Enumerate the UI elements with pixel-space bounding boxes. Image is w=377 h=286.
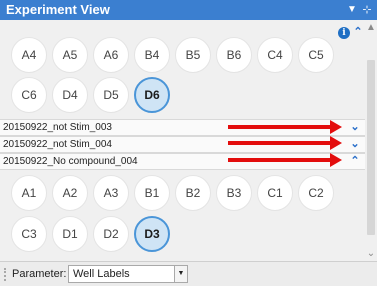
well[interactable]: C4 [257,37,293,73]
dropdown-arrow-icon[interactable]: ▼ [174,266,187,282]
title-bar: Experiment View [0,0,377,20]
parameter-label: Parameter: [12,268,67,280]
group-name: 20150922_No compound_004 [3,156,138,167]
well[interactable]: B4 [134,37,170,73]
well[interactable]: C6 [11,77,47,113]
well[interactable]: C5 [298,37,334,73]
parameter-value: Well Labels [73,268,130,280]
chevron-up-icon[interactable]: ⌃ [352,25,364,39]
well[interactable]: D5 [93,77,129,113]
group-name: 20150922_not Stim_003 [3,122,112,133]
well[interactable]: C1 [257,175,293,211]
window-title: Experiment View [6,2,110,17]
scroll-down-icon[interactable]: ⌄ [365,248,377,260]
parameter-select[interactable]: Well Labels ▼ [68,265,188,283]
parameter-toolbar: Parameter: Well Labels ▼ [0,261,377,286]
well[interactable]: C3 [11,216,47,252]
well[interactable]: A4 [11,37,47,73]
chevron-down-icon[interactable]: ⌄ [348,137,362,152]
dropdown-icon[interactable]: ▼ [346,0,358,20]
well[interactable]: D1 [52,216,88,252]
well[interactable]: A5 [52,37,88,73]
chevron-down-icon[interactable]: ⌄ [348,120,362,135]
well[interactable]: A2 [52,175,88,211]
well[interactable]: B5 [175,37,211,73]
annotation-arrow [228,153,342,167]
well-selected[interactable]: D3 [134,216,170,252]
annotation-arrow [228,120,342,134]
well[interactable]: B1 [134,175,170,211]
well[interactable]: B6 [216,37,252,73]
well[interactable]: A1 [11,175,47,211]
toolbar-grip[interactable] [4,268,8,281]
pin-icon[interactable]: ⊹ [360,0,374,20]
info-icon[interactable]: i [338,27,350,39]
well[interactable]: A6 [93,37,129,73]
scroll-up-icon[interactable]: ▲ [365,22,377,34]
well[interactable]: A3 [93,175,129,211]
vertical-scrollbar[interactable]: ▲ ⌄ [365,20,377,261]
well[interactable]: C2 [298,175,334,211]
well[interactable]: D4 [52,77,88,113]
well[interactable]: B2 [175,175,211,211]
well[interactable]: D2 [93,216,129,252]
group-name: 20150922_not Stim_004 [3,139,112,150]
chevron-up-icon[interactable]: ⌃ [348,154,362,169]
well-selected[interactable]: D6 [134,77,170,113]
annotation-arrow [228,136,342,150]
scroll-thumb[interactable] [367,60,375,235]
well[interactable]: B3 [216,175,252,211]
